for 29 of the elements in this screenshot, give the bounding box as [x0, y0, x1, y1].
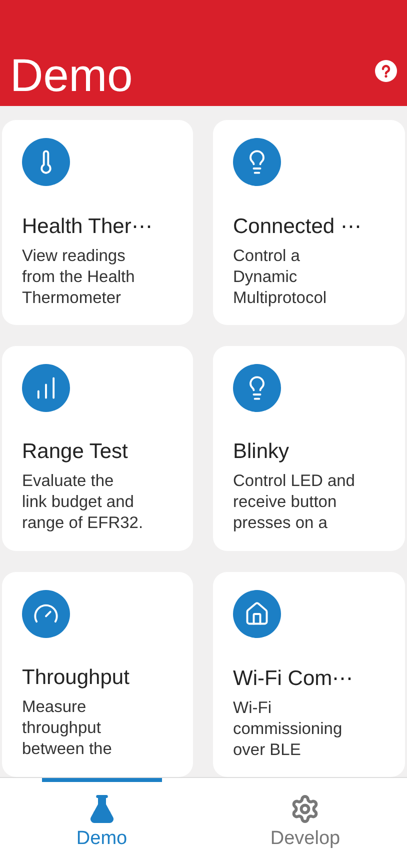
gauge-icon	[22, 590, 70, 638]
settings-icon	[290, 794, 320, 824]
thermometer-icon	[22, 138, 70, 186]
nav-tab[interactable]: Develop	[204, 778, 407, 866]
page-title: Demo	[10, 52, 133, 98]
lightbulb-icon	[233, 364, 281, 412]
house-icon	[233, 590, 281, 638]
card-description: Evaluate the link budget and range of EFR32.	[22, 471, 144, 534]
card-title: Range Test	[22, 440, 128, 464]
nav-tab[interactable]: Demo	[0, 778, 204, 866]
card-title: Throughput	[22, 666, 130, 690]
card-description: Measure throughput between the	[22, 697, 112, 760]
card-title: Wi-Fi Com⋯	[233, 666, 354, 691]
card-title: Health Ther⋯	[22, 214, 152, 239]
card-title: Connected ⋯	[233, 214, 362, 239]
card-description: Control a Dynamic Multiprotocol	[233, 246, 327, 309]
demo-card[interactable]: Connected ⋯ Control a Dynamic Multiprotocol	[213, 120, 405, 325]
help-icon[interactable]	[375, 60, 397, 82]
demo-card[interactable]: Blinky Control LED and receive button presses on a	[213, 346, 405, 551]
bar-chart-icon	[22, 364, 70, 412]
lightbulb-icon	[233, 138, 281, 186]
card-title: Blinky	[233, 440, 290, 464]
card-description: View readings from the Health Thermometer	[22, 246, 135, 309]
demo-card[interactable]: Throughput Measure throughput between the	[2, 572, 193, 777]
demo-card[interactable]: Health Ther⋯ View readings from the Health Thermometer	[2, 120, 193, 325]
demo-card[interactable]: Range Test Evaluate the link budget and range of EFR32.	[2, 346, 193, 551]
card-description: Wi-Fi commissioning over BLE	[233, 698, 342, 761]
demo-card[interactable]: Wi-Fi Com⋯ Wi-Fi commissioning over BLE	[213, 572, 405, 777]
card-description: Control LED and receive button presses on a	[233, 471, 355, 534]
